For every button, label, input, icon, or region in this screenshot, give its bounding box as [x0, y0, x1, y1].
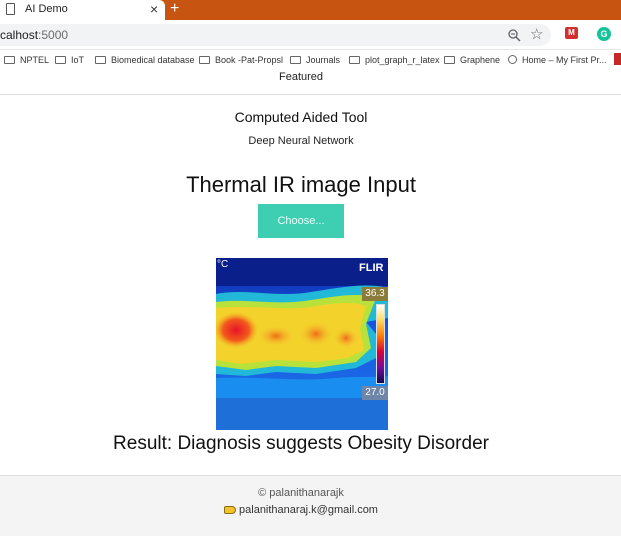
bookmark-graphene[interactable]: Graphene: [444, 53, 500, 67]
bookmark-nptel[interactable]: NPTEL: [4, 53, 49, 67]
bookmark-overflow-icon[interactable]: [614, 53, 621, 65]
extension-red-icon[interactable]: M: [565, 27, 578, 39]
pointing-hand-icon: [224, 506, 237, 515]
featured-link[interactable]: Featured: [0, 71, 602, 83]
footer-email: palanithanaraj.k@gmail.com: [0, 504, 602, 516]
temperature-scale-bar: [376, 304, 385, 384]
bookmark-iot[interactable]: IoT: [55, 53, 84, 67]
diagnosis-result: Result: Diagnosis suggests Obesity Disor…: [113, 433, 489, 454]
footer-email-text[interactable]: palanithanaraj.k@gmail.com: [239, 504, 378, 516]
url-host: calhost: [0, 28, 39, 42]
url-text: calhost:5000: [0, 28, 68, 42]
browser-tabstrip: AI Demo × +: [0, 0, 621, 20]
tool-subtitle: Deep Neural Network: [248, 135, 354, 147]
choose-file-button[interactable]: Choose...: [258, 204, 344, 238]
bookmark-book-pat-propsl[interactable]: Book -Pat-Propsl: [199, 53, 283, 67]
new-tab-button[interactable]: +: [170, 0, 179, 19]
bookmark-label: Journals: [306, 55, 341, 65]
temperature-max-label: 36.3: [362, 287, 388, 301]
temperature-unit-label: °C: [217, 259, 229, 270]
bookmark-biomedical-database[interactable]: Biomedical database: [95, 53, 195, 67]
bookmark-label: Home – My First Pr...: [522, 55, 607, 65]
address-bar[interactable]: calhost:5000 ☆: [0, 24, 551, 46]
featured-nav: Featured: [0, 70, 621, 95]
bookmark-label: Book -Pat-Propsl: [215, 55, 284, 65]
tool-title: Computed Aided Tool: [234, 109, 368, 125]
footer: © palanithanarajk palanithanaraj.k@gmail…: [0, 475, 621, 536]
tab-title: AI Demo: [25, 3, 68, 15]
bookmarks-bar: NPTEL IoT Biomedical database Book -Pat-…: [0, 50, 621, 70]
folder-icon: [290, 55, 301, 64]
bookmark-label: Graphene: [460, 55, 501, 65]
bookmark-home-my-first[interactable]: Home – My First Pr...: [508, 53, 607, 67]
bookmark-star-icon[interactable]: ☆: [530, 26, 543, 43]
input-heading: Thermal IR image Input: [186, 172, 416, 197]
bookmark-journals[interactable]: Journals: [290, 53, 340, 67]
folder-icon: [95, 55, 106, 64]
folder-icon: [444, 55, 455, 64]
url-port: :5000: [38, 28, 69, 42]
folder-icon: [199, 55, 210, 64]
flir-logo: FLIR: [359, 262, 384, 274]
zoom-icon[interactable]: [507, 28, 521, 42]
folder-icon: [4, 55, 15, 64]
browser-tab[interactable]: AI Demo ×: [0, 0, 165, 20]
thermal-image: °C FLIR 36.3 27.0: [216, 258, 388, 430]
bookmark-label: NPTEL: [20, 55, 50, 65]
thermal-image-graphic: [216, 258, 388, 430]
folder-icon: [55, 55, 66, 64]
bookmark-label: plot_graph_r_latex: [365, 55, 440, 65]
footer-copyright: © palanithanarajk: [258, 487, 344, 499]
folder-icon: [349, 55, 360, 64]
temperature-min-label: 27.0: [362, 386, 388, 400]
bookmark-label: Biomedical database: [111, 55, 195, 65]
browser-toolbar: calhost:5000 ☆ M G: [0, 20, 621, 50]
bookmark-label: IoT: [71, 55, 85, 65]
bookmark-plot-graph[interactable]: plot_graph_r_latex: [349, 53, 440, 67]
grammarly-extension-icon[interactable]: G: [597, 27, 611, 41]
tab-close-button[interactable]: ×: [150, 1, 158, 17]
globe-icon: [508, 55, 517, 65]
page-icon: [6, 3, 15, 15]
